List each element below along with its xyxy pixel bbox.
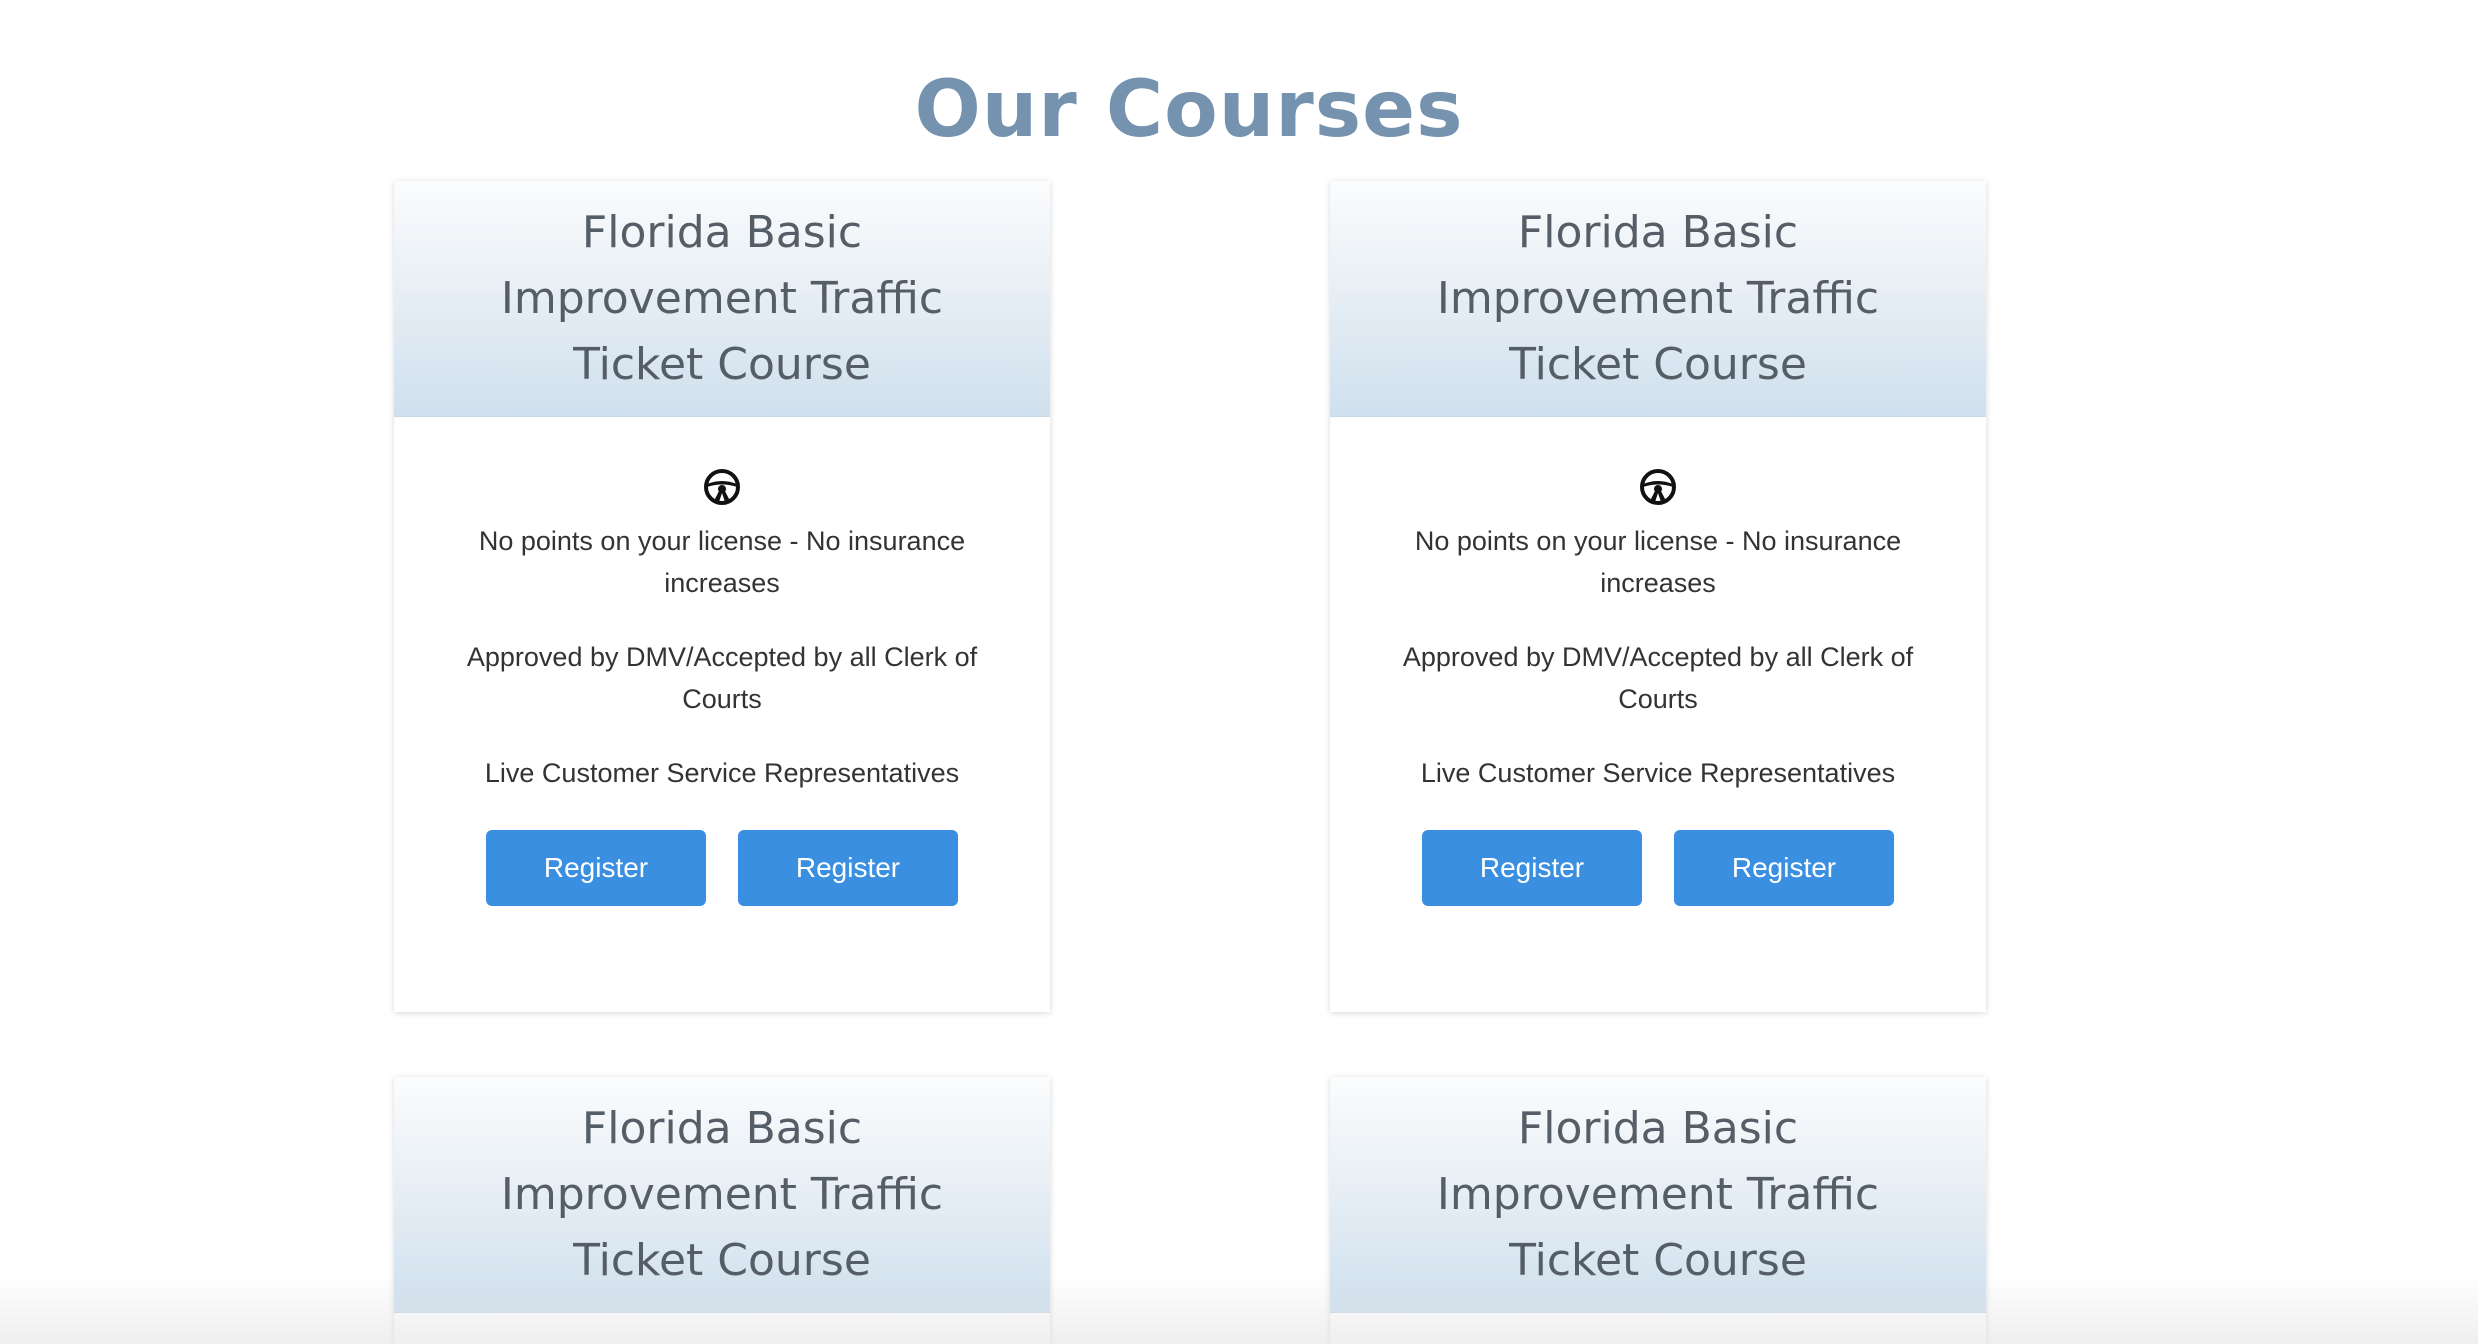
course-card-header: Florida Basic Improvement Traffic Ticket… [1330,1077,1986,1313]
register-buttons: Register Register [1330,830,1986,906]
register-button[interactable]: Register [486,830,706,906]
feature-text: No points on your license - No insurance… [478,526,966,598]
course-title: Florida Basic Improvement Traffic Ticket… [1436,1102,1880,1286]
page-title: Our Courses [914,65,1464,156]
feature-text: Approved by DMV/Accepted by all Clerk of… [466,642,978,714]
feature-text: Approved by DMV/Accepted by all Clerk of… [1402,642,1914,714]
course-title: Florida Basic Improvement Traffic Ticket… [500,206,944,390]
register-button[interactable]: Register [1422,830,1642,906]
register-buttons: Register Register [394,830,1050,906]
course-card-header: Florida Basic Improvement Traffic Ticket… [394,181,1050,417]
course-card: Florida Basic Improvement Traffic Ticket… [1330,181,1986,1012]
course-card-header: Florida Basic Improvement Traffic Ticket… [394,1077,1050,1313]
course-card-header: Florida Basic Improvement Traffic Ticket… [1330,181,1986,417]
register-button[interactable]: Register [738,830,958,906]
course-card: Florida Basic Improvement Traffic Ticket… [1330,1077,1986,1344]
course-card-body: No points on your license - No insurance… [394,417,1050,906]
bottom-shadow [0,1274,2478,1344]
steering-wheel-icon [704,469,740,505]
feature-text: Live Customer Service Representatives [1420,758,1896,788]
course-title: Florida Basic Improvement Traffic Ticket… [1436,206,1880,390]
feature-text: No points on your license - No insurance… [1414,526,1902,598]
course-card: Florida Basic Improvement Traffic Ticket… [394,181,1050,1012]
course-title: Florida Basic Improvement Traffic Ticket… [500,1102,944,1286]
course-card-body: No points on your license - No insurance… [1330,417,1986,906]
course-card: Florida Basic Improvement Traffic Ticket… [394,1077,1050,1344]
register-button[interactable]: Register [1674,830,1894,906]
steering-wheel-icon [1640,469,1676,505]
feature-text: Live Customer Service Representatives [484,758,960,788]
